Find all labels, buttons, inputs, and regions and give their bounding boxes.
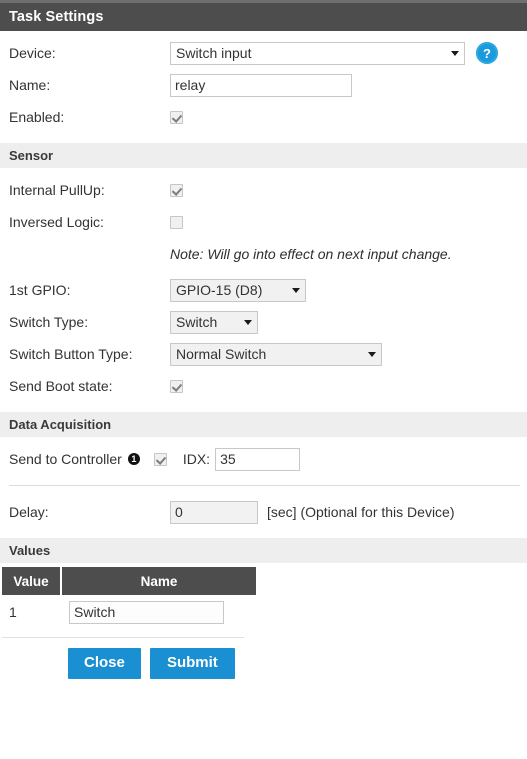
section-values-title: Values [9, 543, 51, 558]
name-input[interactable] [170, 73, 352, 97]
chevron-down-icon [451, 51, 459, 56]
gpio-select[interactable]: GPIO-15 (D8) [170, 278, 306, 302]
send-to-controller-checkbox[interactable] [153, 452, 167, 466]
row-name: Name: [0, 71, 527, 99]
name-label: Name: [9, 77, 51, 93]
idx-label: IDX: [182, 451, 211, 467]
send-to-controller-label: Send to Controller [9, 451, 122, 467]
delay-input[interactable] [170, 500, 258, 524]
delay-label: Delay: [9, 504, 49, 520]
row-send-to-controller: Send to Controller 1 IDX: [0, 445, 527, 473]
section-data-acquisition: Data Acquisition [0, 412, 527, 437]
enabled-label: Enabled: [9, 109, 65, 125]
gpio-select-value: GPIO-15 (D8) [176, 282, 263, 298]
inversed-logic-checkbox[interactable] [170, 215, 183, 229]
row-switch-type: Switch Type: Switch [0, 308, 527, 336]
row-delay: Delay: [sec] (Optional for this Device) [0, 498, 527, 526]
value-name-input[interactable] [69, 600, 224, 624]
row-sensor-note: Note: Will go into effect on next input … [0, 240, 527, 268]
value-cell: 1 [9, 604, 17, 620]
chevron-down-icon [368, 352, 376, 357]
send-boot-state-label: Send Boot state: [9, 378, 113, 394]
device-select-value: Switch input [176, 45, 252, 61]
switch-type-select[interactable]: Switch [170, 310, 258, 334]
switch-button-type-select-value: Normal Switch [176, 346, 267, 362]
gpio-label: 1st GPIO: [9, 282, 71, 298]
help-icon[interactable]: ? [476, 42, 498, 64]
idx-input[interactable] [215, 447, 301, 471]
send-boot-state-checkbox[interactable] [170, 379, 183, 393]
panel-header: Task Settings [0, 3, 527, 31]
values-table: Value Name 1 [2, 567, 258, 629]
section-sensor: Sensor [0, 143, 527, 168]
button-bar: Close Submit [0, 638, 527, 679]
close-button[interactable]: Close [68, 648, 141, 679]
page-title: Task Settings [9, 9, 104, 25]
inversed-logic-label: Inversed Logic: [9, 214, 104, 230]
row-send-boot-state: Send Boot state: [0, 372, 527, 400]
section-data-acquisition-title: Data Acquisition [9, 417, 112, 432]
switch-type-select-value: Switch [176, 314, 218, 330]
internal-pullup-checkbox[interactable] [170, 183, 183, 197]
row-switch-button-type: Switch Button Type: Normal Switch [0, 340, 527, 368]
delay-suffix-text: [sec] (Optional for this Device) [267, 504, 455, 520]
sensor-note-text: Note: Will go into effect on next input … [170, 246, 452, 262]
switch-button-type-label: Switch Button Type: [9, 346, 133, 362]
device-label: Device: [9, 45, 56, 61]
value-name-cell [61, 595, 257, 629]
table-row: 1 [2, 595, 257, 629]
values-table-header-row: Value Name [2, 567, 258, 595]
row-enabled: Enabled: [0, 103, 527, 131]
switch-type-label: Switch Type: [9, 314, 89, 330]
chevron-down-icon [292, 288, 300, 293]
task-settings-form: Device: Switch input ? Name: Enabled: Se… [0, 31, 527, 679]
submit-button[interactable]: Submit [149, 648, 235, 679]
row-gpio: 1st GPIO: GPIO-15 (D8) [0, 276, 527, 304]
column-header-name: Name [61, 567, 258, 595]
controller-count-badge: 1 [127, 453, 140, 465]
section-sensor-title: Sensor [9, 148, 54, 163]
chevron-down-icon [244, 320, 252, 325]
switch-button-type-select[interactable]: Normal Switch [170, 342, 382, 366]
column-header-value: Value [2, 567, 62, 595]
row-internal-pullup: Internal PullUp: [0, 176, 527, 204]
internal-pullup-label: Internal PullUp: [9, 182, 105, 198]
section-values: Values [0, 538, 527, 563]
row-device: Device: Switch input ? [0, 39, 527, 67]
enabled-checkbox[interactable] [170, 110, 183, 124]
row-inversed-logic: Inversed Logic: [0, 208, 527, 236]
device-select[interactable]: Switch input [170, 41, 465, 65]
